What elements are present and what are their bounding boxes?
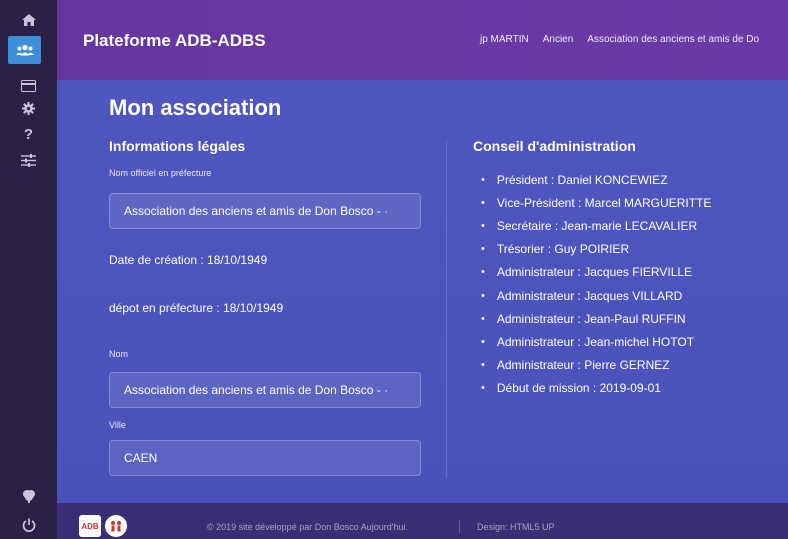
top-nav: jp MARTIN Ancien Association des anciens…	[480, 34, 759, 45]
sidebar-item-home[interactable]	[0, 6, 57, 34]
card-icon	[21, 80, 36, 92]
list-item: Administrateur : Pierre GERNEZ	[473, 354, 773, 377]
sidebar-item-settings[interactable]	[0, 94, 57, 122]
page-title: Mon association	[109, 95, 282, 120]
sidebar-item-users[interactable]	[8, 36, 41, 64]
brand-title[interactable]: Plateforme ADB-ADBS	[83, 31, 266, 51]
board-section: Conseil d'administration Président : Dan…	[473, 138, 773, 400]
list-item: Vice-Président : Marcel MARGUERITTE	[473, 191, 773, 214]
city-field[interactable]: CAEN	[109, 440, 421, 476]
list-item: Secrétaire : Jean-marie LECAVALIER	[473, 214, 773, 237]
home-icon	[21, 14, 36, 26]
list-item: Administrateur : Jacques FIERVILLE	[473, 261, 773, 284]
sidebar-item-logout[interactable]	[0, 511, 57, 539]
name-label: Nom	[109, 349, 129, 359]
official-name-label: Nom officiel en préfecture	[109, 168, 212, 178]
sidebar-item-brain[interactable]	[0, 482, 57, 510]
city-label: Ville	[109, 420, 126, 430]
association-link[interactable]: Association des anciens et amis de Do	[587, 34, 759, 45]
question-icon: ?	[23, 125, 34, 143]
footer-design-link[interactable]: Design: HTML5 UP	[477, 522, 555, 532]
footer-separator	[459, 520, 460, 533]
users-icon	[15, 44, 34, 56]
top-header: Plateforme ADB-ADBS jp MARTIN Ancien Ass…	[57, 0, 788, 80]
official-name-field[interactable]: Association des anciens et amis de Don B…	[109, 193, 421, 229]
sliders-icon	[21, 153, 36, 167]
prefecture-date: dépot en préfecture : 18/10/1949	[109, 301, 284, 315]
name-field[interactable]: Association des anciens et amis de Don B…	[109, 372, 421, 408]
board-title: Conseil d'administration	[473, 138, 636, 154]
people-logo-icon	[111, 521, 121, 532]
column-divider	[446, 140, 447, 478]
list-item: Administrateur : Jean-michel HOTOT	[473, 330, 773, 353]
creation-date: Date de création : 18/10/1949	[109, 253, 268, 267]
legal-info-section: Informations légales Nom officiel en pré…	[109, 138, 421, 476]
adb-logo: ADB	[79, 515, 101, 537]
sidebar: ?	[0, 0, 57, 539]
list-item: Trésorier : Guy POIRIER	[473, 238, 773, 261]
donbosco-logo	[105, 515, 127, 537]
list-item: Administrateur : Jacques VILLARD	[473, 284, 773, 307]
user-link[interactable]: jp MARTIN	[480, 34, 529, 45]
footer-credit: © 2019 site développé par Don Bosco Aujo…	[207, 522, 408, 532]
list-item: Début de mission : 2019-09-01	[473, 377, 773, 400]
power-icon	[22, 518, 35, 532]
gear-icon	[22, 101, 35, 115]
list-item: Administrateur : Jean-Paul RUFFIN	[473, 307, 773, 330]
main-content: Mon association Informations légales Nom…	[57, 80, 788, 503]
footer: ADB © 2019 site développé par Don Bosco …	[57, 503, 788, 539]
legal-info-title: Informations légales	[109, 138, 246, 154]
brain-icon	[22, 490, 35, 503]
list-item: Président : Daniel KONCEWIEZ	[473, 168, 773, 191]
role-link[interactable]: Ancien	[543, 34, 574, 45]
sidebar-item-help[interactable]: ?	[0, 120, 57, 148]
sidebar-item-sliders[interactable]	[0, 146, 57, 174]
board-list: Président : Daniel KONCEWIEZ Vice-Présid…	[473, 168, 773, 400]
